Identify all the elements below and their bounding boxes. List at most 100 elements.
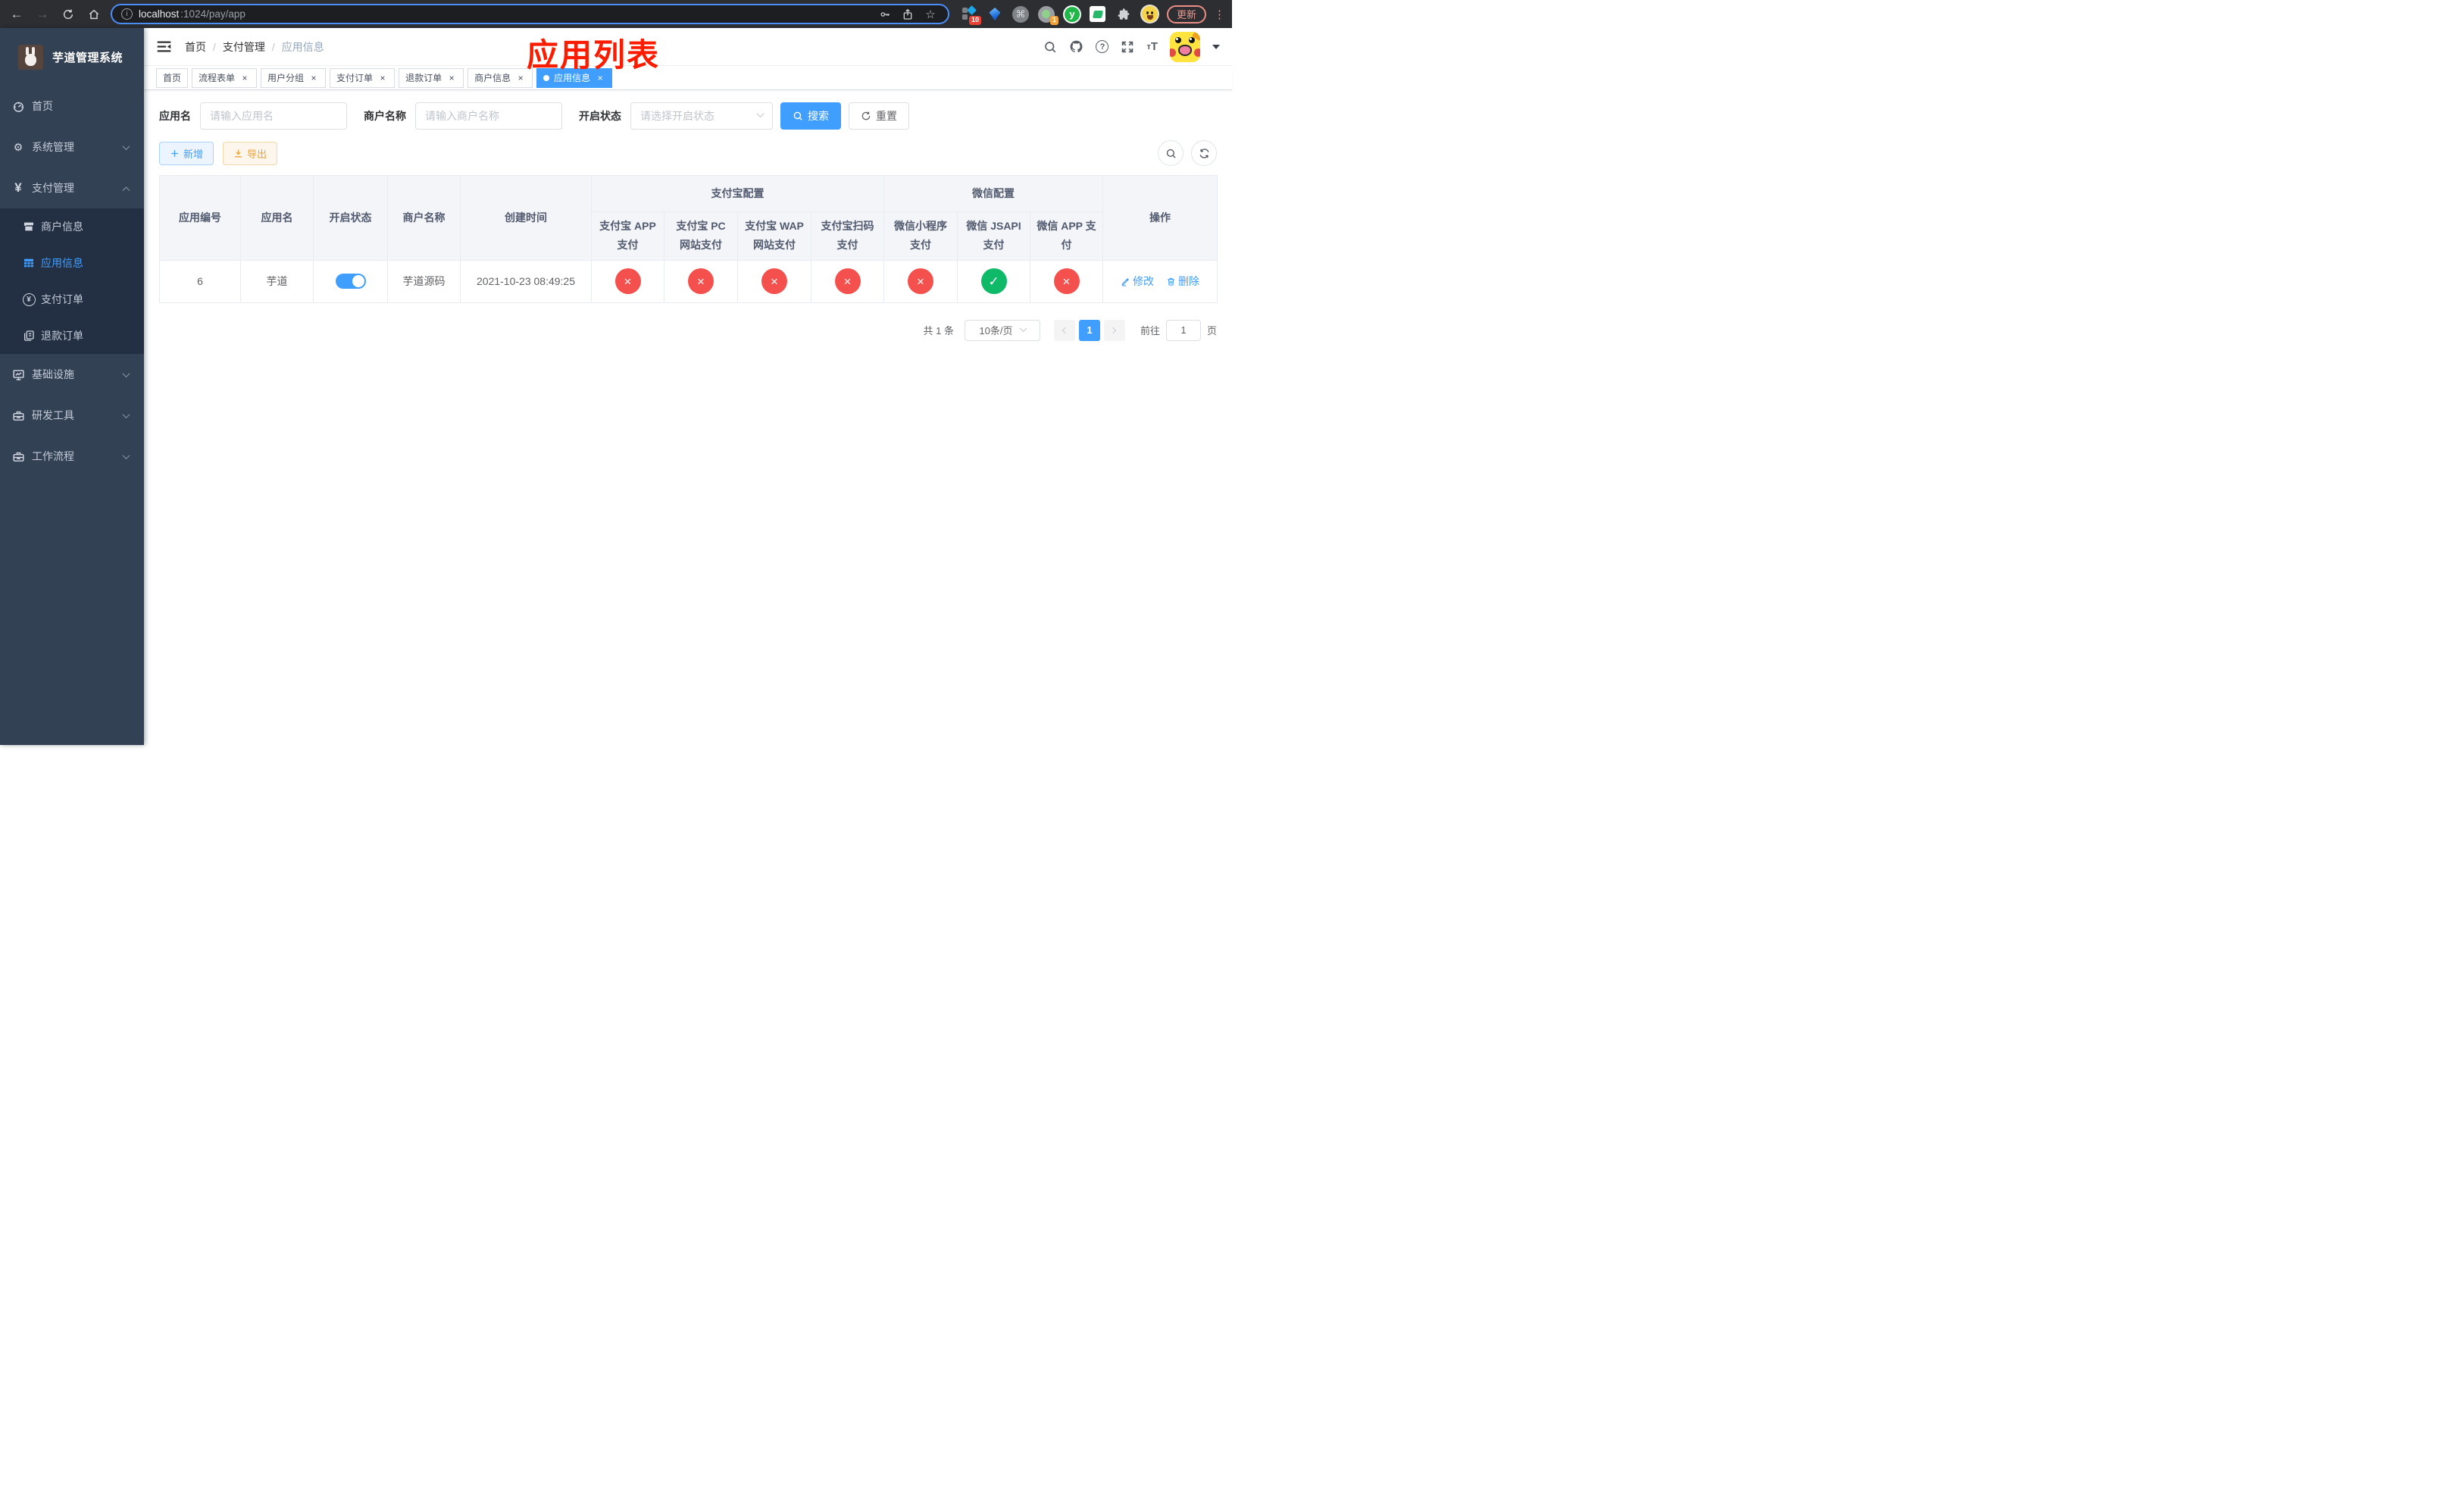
breadcrumb-current: 应用信息 [281,40,324,53]
breadcrumb-separator: / [271,40,275,53]
tab-merchant-info[interactable]: 商户信息 × [467,67,533,88]
sidebar-item-workflow[interactable]: 工作流程 [0,436,144,477]
edit-button[interactable]: 修改 [1121,274,1154,289]
sidebar-item-refund-order[interactable]: 退款订单 [0,318,144,354]
chevron-down-icon [122,410,130,418]
close-icon[interactable]: × [595,73,605,83]
url-path: :1024/pay/app [180,8,245,20]
cell-status [313,259,388,303]
col-wechat-app: 微信 APP 支付 [1029,211,1104,261]
prev-page-button[interactable] [1053,319,1075,341]
tab-home[interactable]: 首页 [156,67,189,88]
tab-app-info[interactable]: 应用信息 × [536,67,613,88]
close-icon[interactable]: × [446,73,457,83]
sidebar-item-system[interactable]: ⚙ 系统管理 [0,127,144,167]
chevron-left-icon [1062,327,1069,333]
breadcrumb-home[interactable]: 首页 [185,39,206,55]
close-icon[interactable]: × [515,73,526,83]
status-toggle[interactable] [335,274,366,290]
add-button[interactable]: 新增 [159,141,214,165]
goto-page-input[interactable] [1165,319,1201,341]
ext-yudao-icon[interactable]: y [1062,5,1081,24]
cell-actions: 修改 删除 [1102,259,1218,303]
reset-button[interactable]: 重置 [849,102,909,130]
sidebar-logo[interactable]: 芋道管理系统 [0,28,144,86]
share-icon[interactable] [899,8,916,20]
help-icon[interactable]: ? [1096,40,1109,53]
toggle-search-button[interactable] [1158,140,1184,166]
avatar-caret-icon[interactable] [1212,44,1220,49]
navbar-actions: ? тT [1043,31,1220,62]
toolbox-icon [11,409,26,422]
col-alipay-app: 支付宝 APP 支付 [591,211,664,261]
sidebar-item-payment[interactable]: ¥ 支付管理 [0,167,144,208]
search-icon[interactable] [1043,40,1057,54]
merchant-name-input[interactable] [415,102,562,130]
sidebar-item-label: 系统管理 [32,141,74,153]
current-page[interactable]: 1 [1078,319,1100,341]
refresh-button[interactable] [1191,140,1217,166]
star-icon[interactable]: ☆ [922,8,939,21]
gear-icon: ⚙ [13,140,23,153]
font-size-icon[interactable]: тT [1146,40,1158,53]
user-avatar[interactable] [1170,31,1200,62]
sidebar-item-label: 应用信息 [41,257,83,269]
sidebar-item-label: 商户信息 [41,221,83,233]
sidebar-item-infrastructure[interactable]: 基础设施 [0,354,144,395]
close-icon[interactable]: × [308,73,319,83]
sidebar-item-pay-order[interactable]: ¥ 支付订单 [0,281,144,318]
sidebar-item-dev-tools[interactable]: 研发工具 [0,395,144,436]
home-icon[interactable] [85,5,103,23]
sidebar-item-label: 工作流程 [32,450,74,462]
dashboard-icon [11,100,26,113]
close-icon[interactable]: × [377,73,388,83]
page-unit: 页 [1206,325,1217,337]
chevron-down-icon [1019,324,1027,332]
cell-app-id: 6 [159,259,241,303]
url-bar[interactable]: i localhost :1024/pay/app ☆ [111,4,949,24]
tab-process-form[interactable]: 流程表单 × [192,67,258,88]
col-app-name: 应用名 [240,175,314,261]
page-content: 应用名 商户名称 开启状态 请选择开启状态 搜索 [144,90,1232,341]
sidebar-item-merchant-info[interactable]: 商户信息 [0,208,144,245]
sidebar-collapse-icon[interactable] [156,39,173,55]
tab-refund-order[interactable]: 退款订单 × [399,67,464,88]
col-merchant: 商户名称 [387,175,461,261]
sidebar-item-app-info[interactable]: 应用信息 [0,245,144,281]
col-actions: 操作 [1102,175,1218,261]
reload-icon[interactable] [59,5,77,23]
cell-merchant: 芋道源码 [387,259,461,303]
sidebar-item-home[interactable]: 首页 [0,86,144,127]
info-icon[interactable]: i [121,8,133,20]
app-name-input[interactable] [200,102,347,130]
back-icon[interactable]: ← [8,5,26,23]
export-button[interactable]: 导出 [223,141,278,165]
ext-command-icon[interactable]: ⌘ [1012,5,1030,24]
update-button[interactable]: 更新 [1166,5,1206,23]
breadcrumb-payment[interactable]: 支付管理 [223,39,265,55]
status-select[interactable]: 请选择开启状态 [630,102,773,130]
github-icon[interactable] [1069,39,1083,54]
key-icon[interactable] [877,8,893,20]
ext-chat-icon[interactable] [1089,5,1107,24]
ext-screen-icon[interactable]: 1 [1037,5,1058,25]
extensions-puzzle-icon[interactable] [1115,5,1133,24]
browser-menu-icon[interactable]: ⋮ [1214,8,1225,21]
next-page-button[interactable] [1103,319,1125,341]
status-x-icon: × [908,268,933,295]
status-check-icon: ✓ [980,268,1007,295]
fullscreen-icon[interactable] [1121,40,1134,54]
delete-button[interactable]: 删除 [1166,274,1199,289]
forward-icon[interactable]: → [33,5,52,23]
ext-blocks-icon[interactable]: 10 [960,5,981,25]
tab-user-group[interactable]: 用户分组 × [261,67,327,88]
app-title: 芋道管理系统 [52,51,124,64]
sidebar: 芋道管理系统 首页 ⚙ 系统管理 ¥ 支付管理 商户信息 应用信息 ¥ 支付订单… [0,28,144,745]
profile-avatar[interactable] [1140,5,1159,23]
search-button[interactable]: 搜索 [780,102,841,130]
page-size-select[interactable]: 10条/页 [964,319,1040,341]
main-area: 应用列表 首页 / 支付管理 / 应用信息 ? т T 首页 流程表单 × 用户… [144,28,1232,745]
close-icon[interactable]: × [239,73,250,83]
ext-gem-icon[interactable] [986,5,1004,24]
tab-pay-order[interactable]: 支付订单 × [330,67,396,88]
